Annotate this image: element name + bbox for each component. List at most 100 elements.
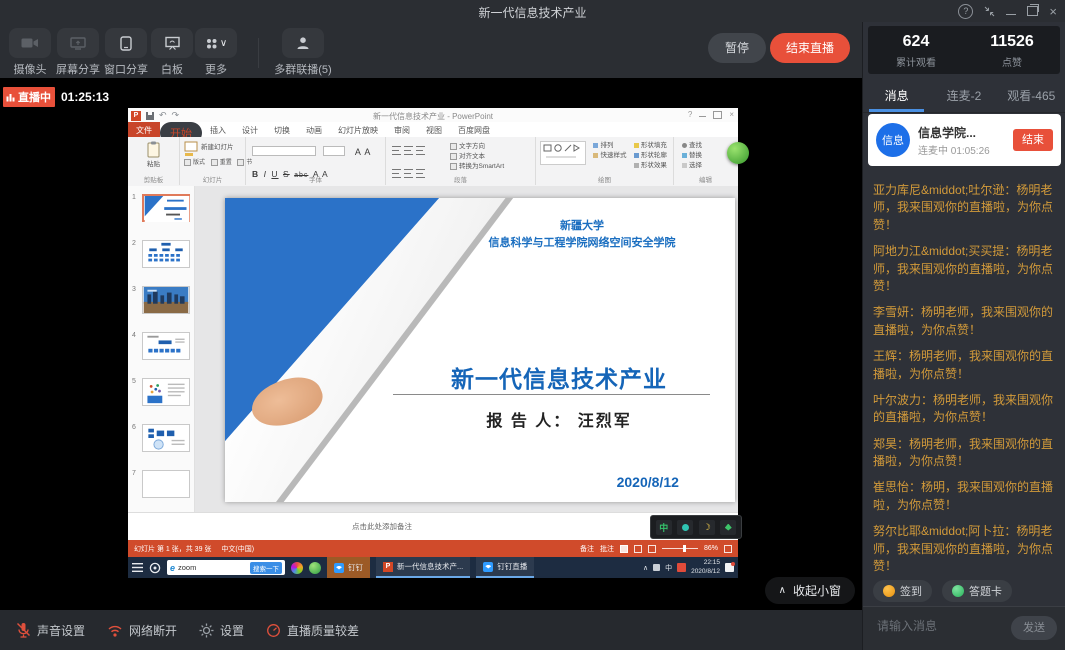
- stream-quality-button[interactable]: 直播质量较差: [266, 622, 359, 639]
- text-direction-label: 文字方向: [459, 143, 485, 150]
- screen-share-button[interactable]: 屏幕分享: [54, 28, 102, 77]
- tray-ime: 中: [665, 563, 672, 573]
- ppt-quick-access-bar: P ↶ ↷ 新一代信息技术产业 - PowerPoint ? ×: [128, 108, 738, 122]
- settings-button[interactable]: 设置: [199, 622, 244, 639]
- thumbnail-slide-1: 1: [130, 194, 192, 224]
- network-status-button[interactable]: 网络断开: [107, 622, 177, 639]
- group-label-font: 字体: [246, 174, 385, 184]
- shape-outline-icon: [634, 153, 639, 158]
- slide-title: 新一代信息技术产业: [398, 360, 719, 394]
- collapse-window-button[interactable]: ∧ 收起小窗: [765, 577, 855, 604]
- more-button[interactable]: ∨ 更多: [192, 28, 240, 77]
- end-live-button[interactable]: 结束直播: [770, 33, 850, 63]
- camera-button[interactable]: 摄像头: [6, 28, 54, 77]
- window-title: 新一代信息技术产业: [0, 4, 1065, 21]
- thumb-image: [142, 378, 190, 406]
- thumb-number: 4: [132, 332, 136, 339]
- likes-count: 11526: [964, 33, 1060, 51]
- viewers-label: 累计观看: [868, 54, 964, 69]
- app-titlebar: 新一代信息技术产业 ? ×: [0, 0, 1065, 23]
- chat-message: 崔思怡：杨明，我来围观你的直播啦，为你点赞！: [873, 479, 1059, 514]
- ribbon-group-font: A A B I U S abc A A 字体: [246, 137, 386, 185]
- group-label-paragraph: 段落: [386, 174, 535, 184]
- pause-button[interactable]: 暂停: [708, 33, 766, 63]
- save-icon: [146, 112, 154, 120]
- help-icon[interactable]: ?: [958, 4, 973, 19]
- whiteboard-label: 白板: [148, 61, 196, 77]
- minimize-icon[interactable]: [1006, 14, 1016, 15]
- zoom-percent: 86%: [704, 545, 718, 552]
- quick-actions: 签到 答题卡: [873, 580, 1012, 602]
- shapes-gallery: [540, 141, 586, 165]
- font-size-box: [323, 146, 345, 156]
- chat-message: 阿地力江&middot;买买提：杨明老师，我来围观你的直播啦，为你点赞！: [873, 243, 1059, 295]
- shrink-icon[interactable]: [984, 6, 995, 17]
- message-input[interactable]: [875, 618, 997, 634]
- shape-fill-label: 形状填充: [641, 142, 667, 149]
- ppt-restore-icon: [713, 111, 722, 119]
- chat-message-list[interactable]: 亚力库尼&middot;吐尔逊：杨明老师，我来围观你的直播啦，为你点赞！ 阿地力…: [873, 182, 1059, 576]
- tab-messages[interactable]: 消息: [863, 82, 930, 112]
- window-share-button[interactable]: 窗口分享: [102, 28, 150, 77]
- tab-mic-connect[interactable]: 连麦-2: [930, 82, 997, 112]
- indent-icon: [416, 146, 425, 155]
- ppt-status-right: 备注 批注 86%: [580, 544, 732, 554]
- align-text-icon: [450, 153, 457, 160]
- window-controls: ? ×: [958, 0, 1057, 22]
- layout-label: 版式: [193, 160, 205, 166]
- maximize-icon[interactable]: [1027, 6, 1038, 16]
- ppt-tab-design: 设计: [234, 122, 266, 137]
- end-mic-button[interactable]: 结束: [1013, 129, 1053, 151]
- reading-view-icon: [648, 545, 656, 553]
- taskbar-search-box: e zoom 搜索一下: [167, 560, 285, 575]
- mic-connected-card: 信息 信息学院... 连麦中 01:05:26 结束: [868, 114, 1061, 166]
- shape-effects-label: 形状效果: [641, 162, 667, 169]
- layout-icon: [184, 159, 191, 166]
- chat-message: 叶尔波力：杨明老师，我来围观你的直播啦，为你点赞！: [873, 392, 1059, 427]
- floating-ball-icon: [727, 142, 749, 164]
- reset-label: 重置: [220, 160, 232, 166]
- ppt-tab-insert: 插入: [202, 122, 234, 137]
- replace-label: 替换: [689, 152, 702, 159]
- bullets-icon: [392, 146, 401, 155]
- chevron-up-icon: ∧: [779, 585, 786, 596]
- tray-icon: [653, 564, 660, 571]
- likes-stat: 11526 点赞: [964, 26, 1060, 74]
- tab-viewers[interactable]: 观看-465: [998, 82, 1065, 112]
- thumb-number: 6: [132, 424, 136, 431]
- ppt-current-slide: 新疆大学 信息科学与工程学院网络空间安全学院 新一代信息技术产业 报 告 人： …: [225, 198, 735, 502]
- close-icon[interactable]: ×: [1049, 5, 1057, 18]
- language-indicator: 中文(中国): [221, 544, 254, 554]
- audio-settings-button[interactable]: 声音设置: [16, 622, 85, 639]
- avatar: 信息: [876, 123, 910, 157]
- shape-outline-label: 形状轮廓: [641, 152, 667, 159]
- microphone-muted-icon: [16, 622, 31, 638]
- video-stage: 直播中 01:25:13 P ↶ ↷ 新一代信息技术产业 - PowerPoin…: [0, 78, 862, 610]
- ribbon-group-paragraph: 文字方向 对齐文本 转换为SmartArt 段落: [386, 137, 536, 185]
- sorter-view-icon: [634, 545, 642, 553]
- thumb-image: [142, 286, 190, 314]
- multi-group-broadcast-button[interactable]: 多群联播(5): [270, 28, 336, 77]
- taskbar-item-powerpoint: P 新一代信息技术产...: [376, 557, 470, 578]
- text-direction-icon: [450, 143, 457, 150]
- photos-app-icon: [291, 562, 303, 574]
- slide-university: 新疆大学: [439, 218, 725, 235]
- ppt-ribbon: 粘贴 剪贴板 新建幻灯片 版式 重置 节 幻灯片: [128, 137, 738, 187]
- tray-date: 2020/8/12: [691, 568, 720, 576]
- thumb-image: [142, 470, 190, 498]
- quiz-card-icon: [952, 585, 964, 597]
- mic-status: 连麦中 01:05:26: [918, 142, 990, 157]
- moon-icon: ☽: [703, 522, 711, 533]
- quality-gauge-icon: [266, 623, 281, 638]
- camera-icon: [9, 28, 51, 58]
- window-share-icon: [105, 28, 147, 58]
- whiteboard-button[interactable]: 白板: [148, 28, 196, 77]
- sign-in-button[interactable]: 签到: [873, 580, 932, 602]
- live-indicator: 直播中 01:25:13: [3, 87, 109, 107]
- tray-time: 22:15: [691, 559, 720, 567]
- quiz-card-button[interactable]: 答题卡: [942, 580, 1012, 602]
- group-label-drawing: 绘图: [536, 174, 673, 184]
- panel-tabs: 消息 连麦-2 观看-465: [863, 82, 1065, 113]
- thumbnail-slide-7: 7: [130, 470, 192, 500]
- send-button[interactable]: 发送: [1011, 616, 1057, 640]
